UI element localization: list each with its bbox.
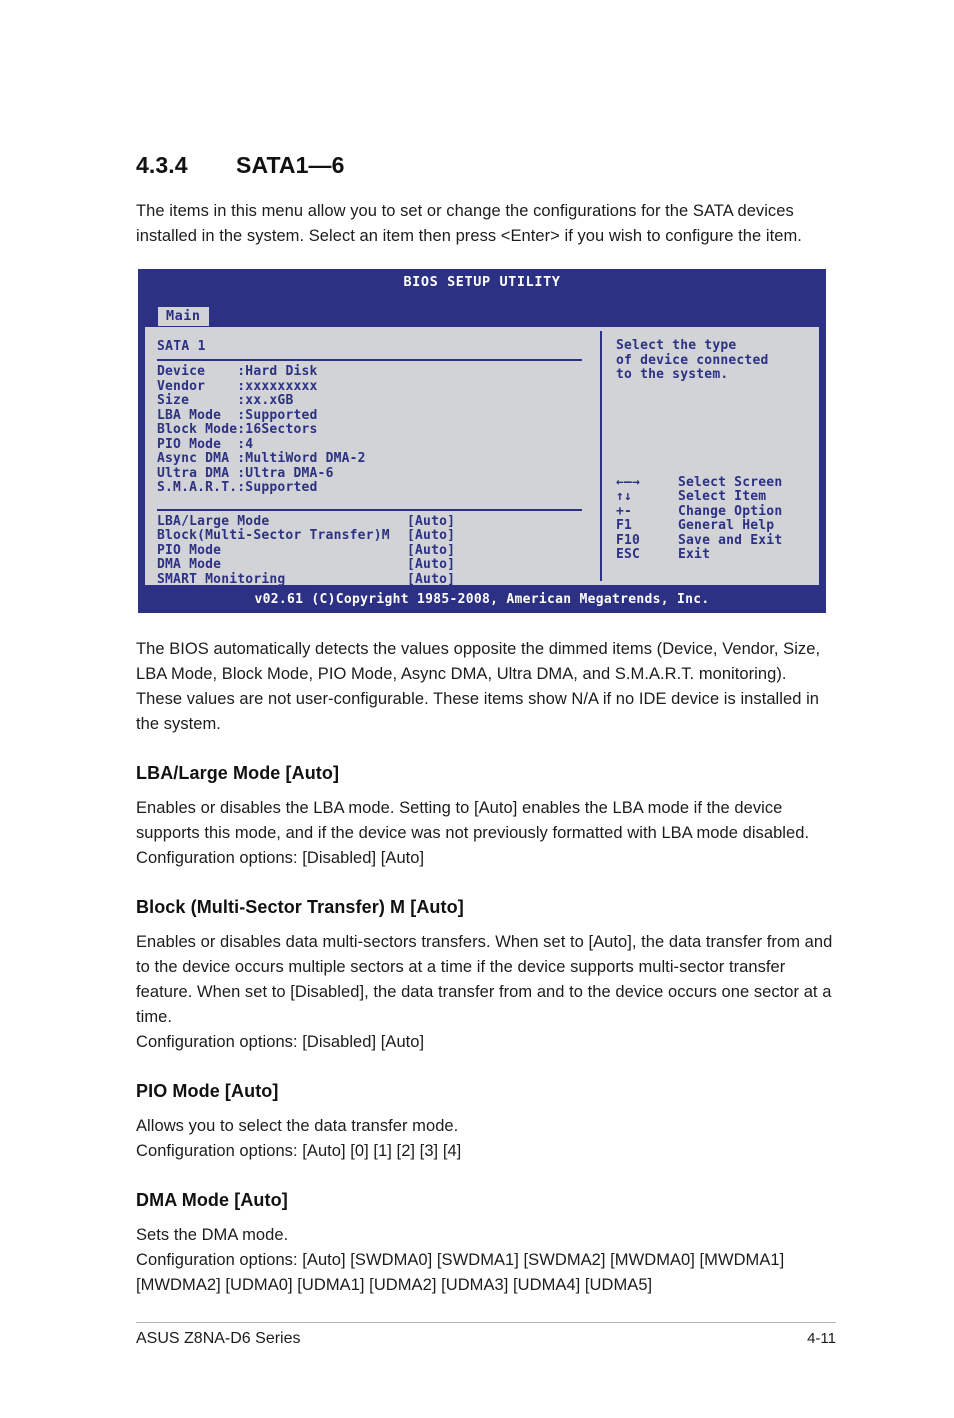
item-body-pio-mode: Allows you to select the data transfer m… <box>136 1117 462 1160</box>
manual-page: 4.3.4 SATA1—6 The items in this menu all… <box>0 0 954 1418</box>
page-footer: ASUS Z8NA-D6 Series 4-11 <box>136 1330 836 1348</box>
device-info-value: :xxxxxxxxx <box>237 378 318 394</box>
setting-value: [Auto] <box>407 528 456 543</box>
item-body-dma-mode: Sets the DMA mode. Configuration options… <box>136 1226 785 1294</box>
device-info-row: LBA Mode :Supported <box>157 407 590 424</box>
device-info-row: S.M.A.R.T.:Supported <box>157 480 590 496</box>
sata-panel-heading: SATA 1 <box>157 339 206 354</box>
left-right-arrow-icon: ←—→ <box>616 474 641 490</box>
settings-list: LBA/Large Mode [Auto] Block(Multi-Sector … <box>157 513 590 602</box>
device-info-value: :Ultra DMA-6 <box>237 465 334 481</box>
setting-value: [Auto] <box>407 557 456 572</box>
plus-minus-icon: +- <box>616 503 633 519</box>
key-legend-row: F1 General Help <box>616 518 813 534</box>
item-heading-pio-mode: PIO Mode [Auto] <box>136 1081 279 1101</box>
panel-divider-top <box>157 359 582 361</box>
setting-pio-mode[interactable]: PIO Mode [Auto] <box>157 542 590 559</box>
key-legend-desc: Select Item <box>678 489 767 504</box>
device-info-row: Vendor :xxxxxxxxx <box>157 378 590 395</box>
device-info-value: :Hard Disk <box>237 364 318 379</box>
device-info-label: Device <box>157 364 238 379</box>
key-legend-row: +- Change Option <box>616 503 813 520</box>
bios-main-pane: SATA 1 Device :Hard Disk Vendor :xxxxxxx… <box>145 327 600 601</box>
device-info-row: Device :Hard Disk <box>157 364 590 380</box>
help-text-line: of device connected <box>616 352 769 368</box>
f1-key-label: F1 <box>616 518 633 533</box>
key-legend-desc: Change Option <box>678 503 783 519</box>
key-legend-desc: Save and Exit <box>678 532 783 548</box>
up-down-arrow-icon: ↑↓ <box>616 489 633 504</box>
setting-value: [Auto] <box>407 571 456 587</box>
setting-lba-large-mode[interactable]: LBA/Large Mode [Auto] <box>157 513 590 530</box>
setting-dma-mode[interactable]: DMA Mode [Auto] <box>157 557 590 573</box>
setting-label: LBA/Large Mode <box>157 513 270 529</box>
setting-label: SMART Monitoring <box>157 571 286 587</box>
device-info-list: Device :Hard Disk Vendor :xxxxxxxxx Size… <box>157 364 590 496</box>
setting-block-multi-sector-transfer[interactable]: Block(Multi-Sector Transfer)M [Auto] <box>157 528 590 544</box>
panel-divider-settings <box>157 508 582 511</box>
device-info-label: Vendor <box>157 378 238 394</box>
f10-key-label: F10 <box>616 532 641 548</box>
item-heading-dma-mode: DMA Mode [Auto] <box>136 1190 288 1210</box>
setting-value: [Auto] <box>407 542 456 558</box>
device-info-label: PIO Mode <box>157 436 238 452</box>
setting-smart-monitoring[interactable]: SMART Monitoring [Auto] <box>157 571 590 588</box>
bios-header: BIOS SETUP UTILITY <box>138 269 826 305</box>
device-info-value: :16Sectors <box>237 422 318 437</box>
item-body-lba-large-mode: Enables or disables the LBA mode. Settin… <box>136 799 810 867</box>
bios-help-pane: Select the type of device connected to t… <box>602 327 819 585</box>
key-legend-desc: Exit <box>678 547 711 562</box>
bios-body: SATA 1 Device :Hard Disk Vendor :xxxxxxx… <box>142 325 822 601</box>
key-legend-row: ←—→ Select Screen <box>616 474 813 491</box>
device-info-label: Block Mode <box>157 422 238 437</box>
auto-detect-note: The BIOS automatically detects the value… <box>136 640 821 733</box>
bios-tab-bar: Main <box>138 305 826 326</box>
device-info-value: :MultiWord DMA-2 <box>237 451 366 466</box>
bios-setup-screenshot: BIOS SETUP UTILITY Main SATA 1 Device :H… <box>138 269 826 613</box>
key-legend-desc: Select Screen <box>678 474 783 490</box>
help-text-line: to the system. <box>616 367 729 382</box>
device-info-label: Async DMA <box>157 451 238 466</box>
item-body-block-multi-sector-transfer: Enables or disables data multi-sectors t… <box>136 933 833 1051</box>
device-info-label: S.M.A.R.T. <box>157 480 238 495</box>
page-content: 4.3.4 SATA1—6 The items in this menu all… <box>136 152 836 1318</box>
device-info-row: Block Mode:16Sectors <box>157 422 590 438</box>
bios-title: BIOS SETUP UTILITY <box>403 274 561 290</box>
esc-key-label: ESC <box>616 547 641 562</box>
help-text-line: Select the type <box>616 338 737 353</box>
device-info-row: Ultra DMA :Ultra DMA-6 <box>157 465 590 482</box>
section-number: 4.3.4 <box>136 152 188 178</box>
setting-label: PIO Mode <box>157 542 222 558</box>
footer-divider <box>136 1322 836 1323</box>
key-legend-row: F10 Save and Exit <box>616 532 813 549</box>
device-info-label: Ultra DMA <box>157 465 238 481</box>
section-intro-paragraph: The items in this menu allow you to set … <box>136 202 802 245</box>
item-heading-block-multi-sector-transfer: Block (Multi-Sector Transfer) M [Auto] <box>136 897 464 917</box>
device-info-row: Async DMA :MultiWord DMA-2 <box>157 451 590 467</box>
key-legend: ←—→ Select Screen ↑↓ Select Item +- Change … <box>616 474 813 563</box>
device-info-label: LBA Mode <box>157 407 238 423</box>
item-heading-lba-large-mode: LBA/Large Mode [Auto] <box>136 763 340 783</box>
device-info-value: :4 <box>237 436 254 452</box>
page-number: 4-11 <box>807 1330 836 1347</box>
device-info-row: Size :xx.xGB <box>157 393 590 409</box>
setting-label: DMA Mode <box>157 557 222 572</box>
section-title: SATA1—6 <box>236 152 345 178</box>
key-legend-desc: General Help <box>678 518 775 533</box>
section-heading: 4.3.4 SATA1—6 <box>136 152 836 179</box>
product-name: ASUS Z8NA-D6 Series <box>136 1330 301 1347</box>
device-info-value: :xx.xGB <box>237 393 294 408</box>
key-legend-row: ↑↓ Select Item <box>616 489 813 505</box>
device-info-value: :Supported <box>237 480 318 495</box>
key-legend-row: ESC Exit <box>616 547 813 563</box>
device-info-value: :Supported <box>237 407 318 423</box>
device-info-row: PIO Mode :4 <box>157 436 590 453</box>
setting-value: [Auto] <box>407 513 456 529</box>
setting-label: Block(Multi-Sector Transfer)M <box>157 528 390 543</box>
tab-main[interactable]: Main <box>158 307 209 326</box>
device-info-label: Size <box>157 393 238 408</box>
